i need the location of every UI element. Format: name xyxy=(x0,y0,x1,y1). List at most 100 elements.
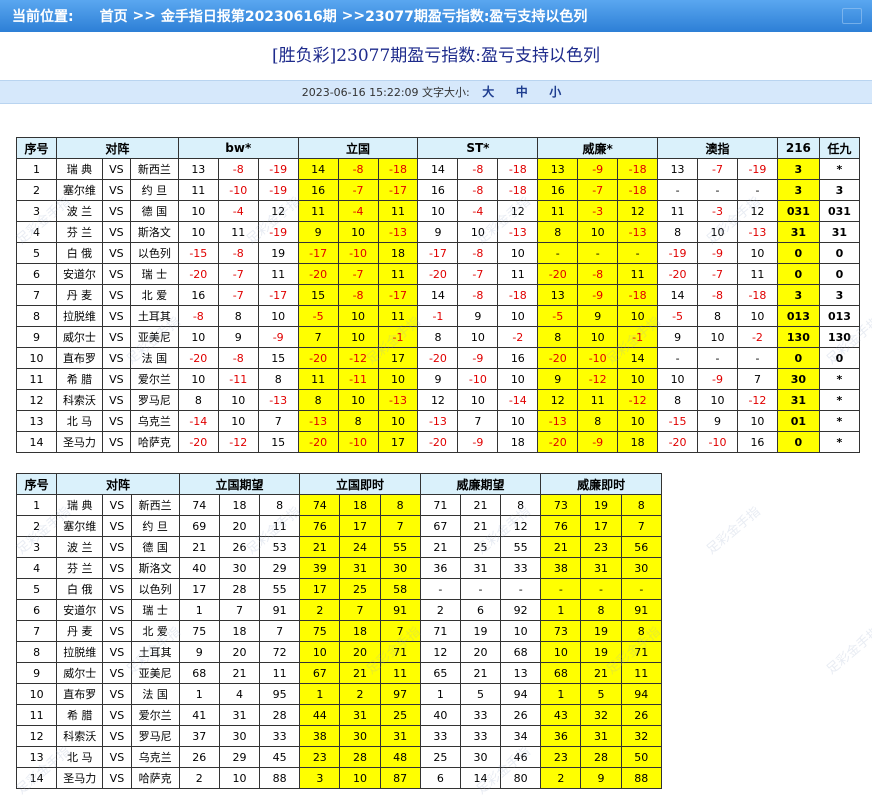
lgj-value: 76 xyxy=(299,515,341,537)
lgq-value: 33 xyxy=(259,725,301,747)
st-value: -18 xyxy=(497,284,539,306)
row-index: 4 xyxy=(15,557,58,579)
home-team: 芬 兰 xyxy=(55,221,103,243)
report-link[interactable]: 金手指日报第20230616期 xyxy=(161,6,337,26)
lg-value: -13 xyxy=(377,221,419,243)
away-team: 亚美尼 xyxy=(130,662,180,684)
vs-label: VS xyxy=(101,305,131,327)
pick-renjiu: 3 xyxy=(818,284,861,306)
wlj-value: 94 xyxy=(620,683,663,705)
font-size-small-button[interactable]: 小 xyxy=(549,85,561,99)
font-size-label: 文字大小: xyxy=(422,86,470,99)
row-index: 11 xyxy=(16,368,57,390)
away-team: 瑞 士 xyxy=(129,263,179,285)
away-team: 爱尔兰 xyxy=(130,704,180,726)
wlj-value: 1 xyxy=(540,683,582,705)
wlj-value: 73 xyxy=(540,620,582,642)
bw-value: 15 xyxy=(257,431,299,453)
bw-value: 10 xyxy=(177,200,219,222)
az-value: 10 xyxy=(697,389,738,411)
st-value: -20 xyxy=(417,431,459,453)
wlj-value: 8 xyxy=(620,494,663,516)
pick-216: 031 xyxy=(776,200,820,222)
wlq-value: 13 xyxy=(500,662,542,684)
wl-value: -20 xyxy=(537,431,579,453)
az-value: 10 xyxy=(697,221,738,243)
wl-value: -18 xyxy=(617,158,659,180)
pick-216: 30 xyxy=(776,368,820,390)
wlq-value: 25 xyxy=(459,536,502,558)
lg-value: 16 xyxy=(297,179,339,201)
st-value: 7 xyxy=(457,410,499,432)
lg-value: 10 xyxy=(377,410,419,432)
pick-216: 3 xyxy=(776,179,820,201)
wlj-value: 11 xyxy=(620,662,663,684)
wl-value: -1 xyxy=(617,326,659,348)
lgj-value: 7 xyxy=(379,620,421,642)
away-team: 新西兰 xyxy=(129,158,179,180)
lg-value: -18 xyxy=(377,158,419,180)
row-index: 14 xyxy=(15,767,58,789)
font-size-medium-button[interactable]: 中 xyxy=(516,85,528,99)
away-team: 以色列 xyxy=(130,578,180,600)
lg-value: 17 xyxy=(377,347,419,369)
st-value: 12 xyxy=(417,389,459,411)
az-value: - xyxy=(657,347,699,369)
row-index: 6 xyxy=(15,599,58,621)
wlq-value: - xyxy=(500,578,542,600)
lgq-value: 26 xyxy=(178,746,220,768)
st-value: 10 xyxy=(457,389,499,411)
home-team: 科索沃 xyxy=(56,725,104,747)
row-index: 13 xyxy=(16,410,57,432)
lgq-value: 18 xyxy=(218,494,261,516)
row-index: 13 xyxy=(15,746,58,768)
lg-value: -10 xyxy=(337,431,379,453)
home-team: 瑞 典 xyxy=(55,158,103,180)
wlq-value: 40 xyxy=(419,704,461,726)
location-label: 当前位置: xyxy=(12,9,74,25)
wl-value: -5 xyxy=(537,305,579,327)
lgj-value: 24 xyxy=(339,536,381,558)
lg-value: 7 xyxy=(297,326,339,348)
az-value: -15 xyxy=(657,410,699,432)
bw-value: 11 xyxy=(257,263,299,285)
vs-label: VS xyxy=(102,662,132,684)
lgj-value: 39 xyxy=(299,557,341,579)
away-team: 约 旦 xyxy=(129,179,179,201)
lgq-value: 28 xyxy=(259,704,301,726)
lgj-value: 58 xyxy=(379,578,421,600)
home-team: 芬 兰 xyxy=(56,557,104,579)
lgq-value: 55 xyxy=(259,578,301,600)
pick-216: 0 xyxy=(776,242,820,264)
header-cell: 澳指 xyxy=(657,137,778,159)
bw-value: 9 xyxy=(217,326,259,348)
home-link[interactable]: 首页 xyxy=(100,6,128,26)
wl-value: 8 xyxy=(537,221,579,243)
lgq-value: 9 xyxy=(178,641,220,663)
wlq-value: 71 xyxy=(419,620,461,642)
wlj-value: - xyxy=(540,578,582,600)
pick-renjiu: 013 xyxy=(818,305,861,327)
st-value: 11 xyxy=(497,263,539,285)
wlq-value: 5 xyxy=(459,683,502,705)
table-row: 8 拉脱维 VS 土耳其 -8 8 10 -5 10 11 -1 9 10 -5 9 10 -5 8 10 013 01… xyxy=(16,305,861,327)
az-value: - xyxy=(697,179,738,201)
st-value: 14 xyxy=(417,284,459,306)
lg-value: 18 xyxy=(377,242,419,264)
row-index: 5 xyxy=(15,578,58,600)
lgj-value: 67 xyxy=(299,662,341,684)
bw-value: -15 xyxy=(177,242,219,264)
header-cell: 威廉* xyxy=(537,137,659,159)
lg-value: -10 xyxy=(337,242,379,264)
breadcrumb-separator: >> xyxy=(341,8,366,24)
row-index: 2 xyxy=(15,515,58,537)
vs-label: VS xyxy=(102,704,132,726)
table-row: 13 北 马 VS 乌克兰 -14 10 7 -13 8 10 -13 7 10 -13 8 10 -15 9 10… xyxy=(16,410,861,432)
font-size-large-button[interactable]: 大 xyxy=(482,85,494,99)
bw-value: -19 xyxy=(257,158,299,180)
away-team: 土耳其 xyxy=(130,641,180,663)
wl-value: 18 xyxy=(617,431,659,453)
az-value: -5 xyxy=(657,305,699,327)
home-team: 波 兰 xyxy=(55,200,103,222)
lgj-value: 71 xyxy=(379,641,421,663)
